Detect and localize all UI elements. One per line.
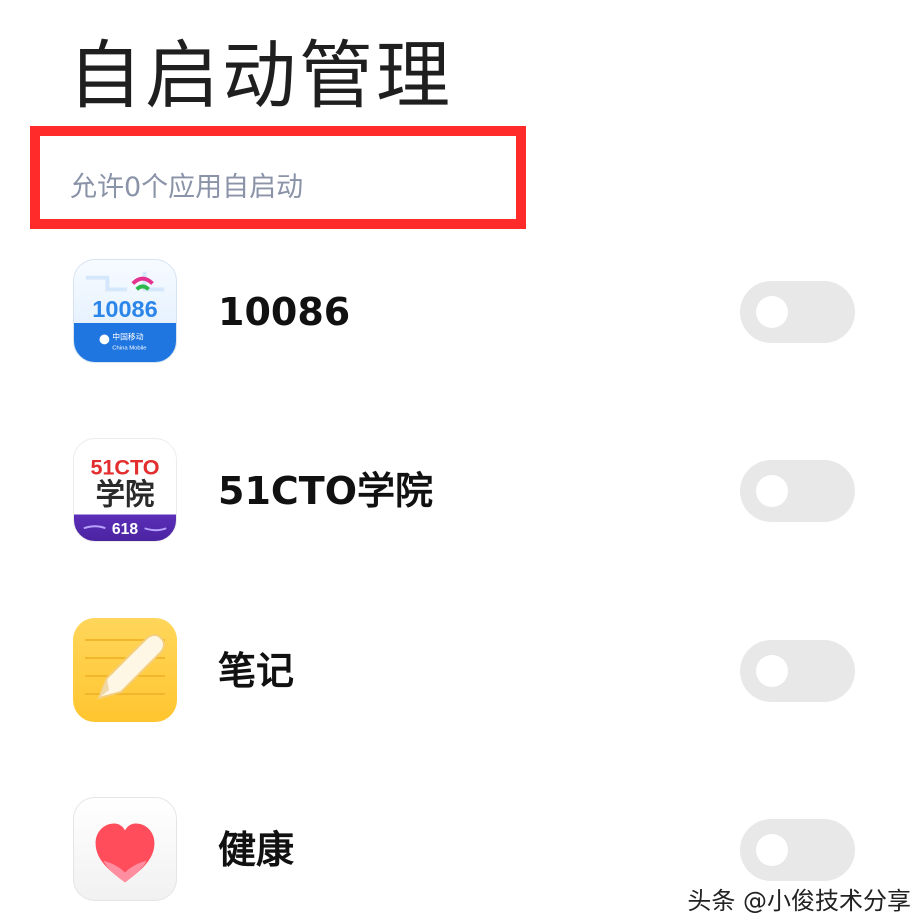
page-title: 自启动管理: [68, 33, 453, 119]
icon-10086-main-text: 10086: [92, 296, 157, 322]
notes-icon: [73, 618, 177, 722]
health-heart-icon: [73, 797, 177, 901]
autostart-count-label: 允许0个应用自启动: [70, 172, 304, 203]
app-name: 51CTO学院: [218, 469, 433, 513]
toggle-knob: [756, 296, 788, 328]
app-row-10086: 10086 中国移动 China Mobile 10086: [0, 259, 923, 369]
icon-10086-brand-en-text: China Mobile: [112, 345, 146, 351]
china-mobile-10086-icon: 10086 中国移动 China Mobile: [73, 259, 177, 363]
autostart-toggle-health[interactable]: [740, 819, 855, 881]
autostart-toggle-notes[interactable]: [740, 640, 855, 702]
toggle-knob: [756, 655, 788, 687]
app-name: 10086: [218, 290, 351, 334]
app-row-notes: 笔记: [0, 618, 923, 728]
app-row-51cto: 51CTO 学院 618 51CTO学院: [0, 438, 923, 548]
app-name: 笔记: [218, 649, 295, 693]
51cto-academy-icon-graphic: 51CTO 学院 618: [83, 454, 167, 538]
icon-51cto-bottom-text: 学院: [96, 478, 155, 512]
icon-51cto-top-text: 51CTO: [90, 454, 159, 479]
autostart-toggle-51cto[interactable]: [740, 460, 855, 522]
toggle-knob: [756, 475, 788, 507]
app-name: 健康: [218, 828, 295, 872]
notes-icon-graphic: [85, 634, 165, 700]
51cto-academy-icon: 51CTO 学院 618: [73, 438, 177, 542]
watermark: 头条 @小俊技术分享: [687, 887, 911, 915]
icon-10086-brand-text: 中国移动: [112, 331, 143, 341]
china-mobile-10086-icon-graphic: 10086 中国移动 China Mobile: [85, 271, 165, 351]
health-heart-icon-graphic: [95, 823, 155, 883]
autostart-toggle-10086[interactable]: [740, 281, 855, 343]
toggle-knob: [756, 834, 788, 866]
icon-51cto-badge-text: 618: [112, 521, 138, 538]
